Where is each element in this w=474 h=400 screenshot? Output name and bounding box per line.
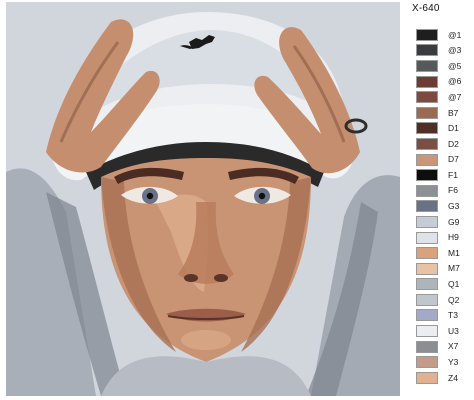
color-swatch [416,262,438,275]
palette-item: B7 [416,105,472,121]
color-code-label: M1 [448,247,460,258]
color-swatch [416,309,438,322]
palette-item: D7 [416,152,472,168]
color-palette-legend: @1 @3 @5 @6 @7 B7 D1 D2 D7 F1 F6 G3 G9 H9 M1 M7 Q1 Q2 T3 U3… [416,27,472,386]
color-swatch [416,356,438,369]
color-swatch [416,137,438,150]
color-swatch [416,122,438,135]
color-swatch [416,106,438,119]
palette-item: @5 [416,58,472,74]
palette-item: H9 [416,230,472,246]
palette-item: G3 [416,199,472,215]
color-swatch [416,44,438,57]
color-swatch [416,340,438,353]
palette-item: @6 [416,74,472,90]
color-swatch [416,231,438,244]
color-swatch [416,184,438,197]
color-code-label: Y3 [448,357,459,368]
color-code-label: B7 [448,107,459,118]
palette-item: X7 [416,339,472,355]
color-code-label: H9 [448,232,459,243]
palette-item: D2 [416,136,472,152]
color-code-label: X7 [448,341,459,352]
palette-item: G9 [416,214,472,230]
palette-item: @7 [416,89,472,105]
color-code-label: @5 [448,60,462,71]
color-swatch [416,28,438,41]
color-swatch [416,59,438,72]
palette-item: U3 [416,323,472,339]
palette-item: M1 [416,245,472,261]
palette-item: F1 [416,167,472,183]
product-code: X-640 [412,3,440,14]
color-code-label: Q2 [448,294,460,305]
color-code-label: Q1 [448,279,460,290]
color-code-label: G3 [448,201,460,212]
palette-item: @1 [416,27,472,43]
color-code-label: D2 [448,138,459,149]
color-swatch [416,200,438,213]
palette-item: M7 [416,261,472,277]
color-code-label: Z4 [448,372,458,383]
palette-item: @3 [416,43,472,59]
color-swatch [416,278,438,291]
color-swatch [416,325,438,338]
color-code-label: @1 [448,29,462,40]
portrait-illustration [6,2,400,396]
color-code-label: G9 [448,216,460,227]
color-code-label: M7 [448,263,460,274]
color-code-label: T3 [448,310,458,321]
color-code-label: U3 [448,325,459,336]
palette-item: T3 [416,308,472,324]
color-swatch [416,169,438,182]
color-swatch [416,153,438,166]
paint-by-numbers-artwork [6,2,400,396]
palette-item: Q2 [416,292,472,308]
color-code-label: F6 [448,185,458,196]
color-code-label: @6 [448,76,462,87]
palette-item: D1 [416,121,472,137]
color-code-label: D7 [448,154,459,165]
color-swatch [416,91,438,104]
palette-item: F6 [416,183,472,199]
color-swatch [416,293,438,306]
color-swatch [416,247,438,260]
color-code-label: @7 [448,91,462,102]
color-code-label: D1 [448,123,459,134]
color-swatch [416,75,438,88]
color-code-label: @3 [448,45,462,56]
palette-item: Y3 [416,354,472,370]
palette-item: Q1 [416,277,472,293]
color-code-label: F1 [448,169,458,180]
palette-item: Z4 [416,370,472,386]
color-swatch [416,371,438,384]
color-swatch [416,215,438,228]
